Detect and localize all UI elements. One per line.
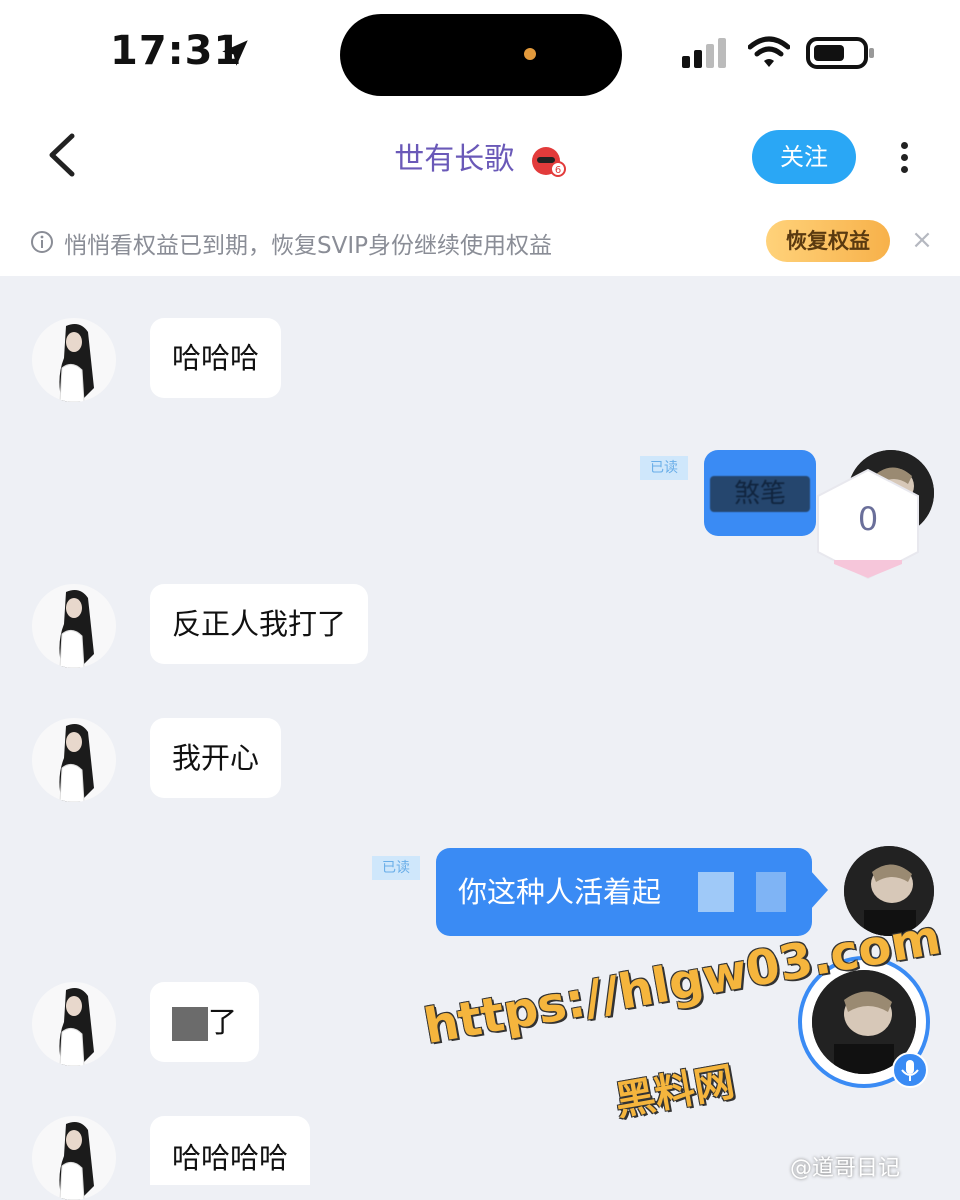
avatar-image xyxy=(59,324,94,402)
svg-text:6: 6 xyxy=(555,165,561,176)
mosaic-block xyxy=(756,872,786,912)
dynamic-island xyxy=(340,14,622,96)
wifi-icon xyxy=(748,36,790,67)
message-bubble[interactable]: 哈哈哈哈 xyxy=(150,1116,311,1185)
message-bubble-outgoing[interactable]: 你这种人活着起 xyxy=(436,848,812,936)
message-bubble[interactable]: 了 xyxy=(150,982,260,1062)
message-bubble[interactable]: 哈哈哈 xyxy=(150,318,282,398)
mosaic-block xyxy=(172,1007,208,1041)
message-bubble[interactable]: 我开心 xyxy=(150,718,282,798)
watermark-weibo-handle: @道哥日记 xyxy=(790,1156,901,1181)
watermark-site-name: 黑料网 xyxy=(611,1059,738,1126)
avatar-image xyxy=(59,1122,94,1200)
mosaic-block xyxy=(698,872,734,912)
more-options-icon[interactable] xyxy=(892,138,916,178)
contact-avatar[interactable] xyxy=(32,718,116,802)
contact-avatar[interactable] xyxy=(32,584,116,668)
privacy-indicator-dot xyxy=(524,48,536,60)
message-text: 了 xyxy=(208,1005,238,1039)
location-arrow-icon xyxy=(222,40,248,66)
contact-avatar[interactable] xyxy=(32,1116,116,1200)
read-receipt: 已读 xyxy=(640,456,688,480)
avatar-image xyxy=(59,590,94,668)
info-icon xyxy=(31,231,53,253)
message-bubble[interactable]: 反正人我打了 xyxy=(150,584,369,664)
read-receipt: 已读 xyxy=(372,856,420,880)
vip-badge-icon: 6 xyxy=(531,146,566,177)
close-notice-icon[interactable]: × xyxy=(910,226,934,254)
avatar-image xyxy=(59,988,94,1066)
contact-name[interactable]: 世有长歌 xyxy=(394,142,514,177)
bubble-tail xyxy=(810,870,828,910)
notice-text: 悄悄看权益已到期，恢复SVIP身份继续使用权益 xyxy=(64,233,552,259)
message-text-redacted: 煞笔 xyxy=(710,476,810,512)
battery-icon xyxy=(806,37,874,69)
contact-avatar[interactable] xyxy=(32,982,116,1066)
message-text: 你这种人活着起 xyxy=(458,875,662,909)
overlay-count: 0 xyxy=(857,500,879,538)
contact-avatar[interactable] xyxy=(32,318,116,402)
message-bubble-outgoing[interactable]: 煞笔 xyxy=(704,450,816,536)
follow-button[interactable]: 关注 xyxy=(752,130,856,184)
cellular-signal-icon xyxy=(682,38,726,68)
avatar-image xyxy=(59,724,94,802)
restore-benefits-button[interactable]: 恢复权益 xyxy=(766,220,890,262)
microphone-icon xyxy=(892,1052,928,1088)
